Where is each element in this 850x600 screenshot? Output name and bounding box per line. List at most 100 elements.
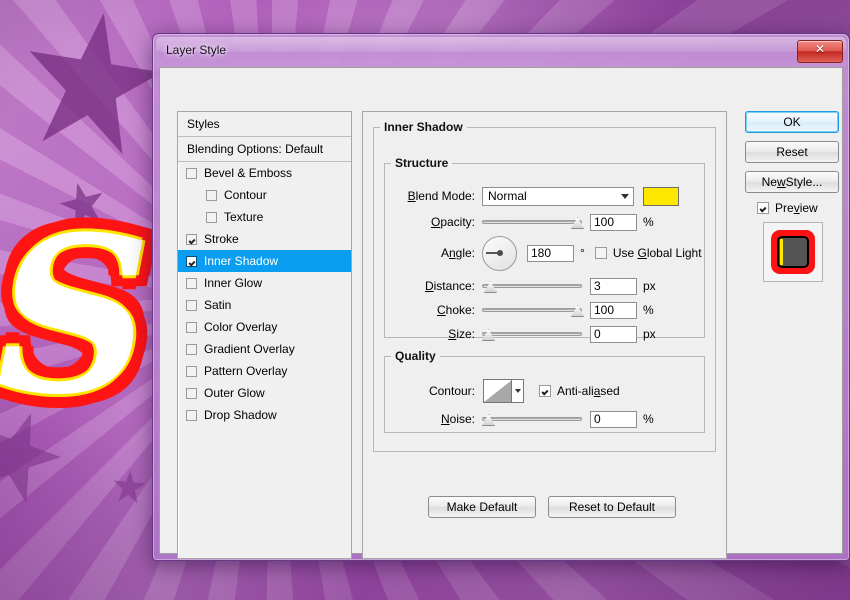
noise-label: Noise:: [440, 412, 475, 426]
style-enable-checkbox[interactable]: [186, 299, 197, 311]
dialog-client-area: Styles Blending Options: Default Bevel &…: [159, 67, 843, 559]
anti-aliased-label: Anti-aliased: [557, 384, 620, 398]
preview-toggle[interactable]: Preview: [757, 201, 841, 215]
size-input[interactable]: 0: [590, 325, 637, 343]
inner-shadow-group-title: Inner Shadow: [384, 120, 463, 134]
styles-list-item[interactable]: Contour: [178, 184, 351, 206]
styles-list-item[interactable]: Texture: [178, 206, 351, 228]
inner-shadow-settings-panel: Inner Shadow Structure Blend Mode: Norma…: [362, 111, 727, 559]
styles-list-item[interactable]: Inner Shadow: [178, 250, 351, 272]
noise-unit: %: [643, 412, 654, 426]
opacity-slider-track: [482, 220, 582, 224]
style-enable-checkbox[interactable]: [186, 365, 197, 377]
opacity-label: Opacity:: [430, 215, 475, 229]
contour-curve-preview: [484, 380, 512, 402]
opacity-input[interactable]: 100: [590, 213, 637, 231]
styles-list-item-label: Contour: [224, 188, 267, 202]
style-enable-checkbox[interactable]: [186, 343, 197, 355]
styles-list-item-label: Outer Glow: [204, 386, 265, 400]
choke-input[interactable]: 100: [590, 301, 637, 319]
choke-slider[interactable]: [482, 303, 584, 317]
shadow-color-swatch[interactable]: [643, 186, 679, 206]
preview-inner-shape: [777, 236, 809, 268]
angle-dial-knob: [497, 249, 503, 256]
preview-stroke-shape: [771, 230, 815, 274]
dialog-title-bar[interactable]: Layer Style: [156, 37, 846, 67]
choke-label: Choke:: [436, 303, 475, 317]
opacity-slider[interactable]: [482, 215, 584, 229]
styles-list-item[interactable]: Pattern Overlay: [178, 360, 351, 382]
preview-inner-shadow-edge: [780, 239, 783, 265]
structure-group-title: Structure: [395, 156, 449, 170]
styles-list-item-label: Pattern Overlay: [204, 364, 288, 378]
distance-unit: px: [643, 279, 656, 293]
style-enable-checkbox[interactable]: [186, 233, 197, 245]
angle-dial[interactable]: [482, 235, 517, 271]
choke-slider-track: [482, 308, 582, 312]
angle-label: Angle:: [440, 246, 475, 260]
structure-group: Structure Blend Mode: Normal Opacity: 10…: [384, 156, 705, 343]
anti-aliased-checkbox[interactable]: [539, 385, 551, 397]
style-enable-checkbox[interactable]: [206, 189, 217, 201]
style-enable-checkbox[interactable]: [186, 167, 197, 179]
styles-list-item[interactable]: Color Overlay: [178, 316, 351, 338]
style-enable-checkbox[interactable]: [186, 277, 197, 289]
distance-slider-track: [482, 284, 582, 288]
preview-label: Preview: [775, 201, 818, 215]
size-slider[interactable]: [482, 327, 582, 341]
use-global-light-label: Use Global Light: [612, 246, 702, 260]
preview-checkbox[interactable]: [757, 202, 769, 214]
size-unit: px: [643, 327, 656, 341]
style-preview-thumbnail: [763, 222, 823, 282]
style-enable-checkbox[interactable]: [186, 255, 197, 267]
contour-divider: [511, 380, 512, 402]
size-slider-track: [482, 332, 582, 336]
contour-preset-swatch[interactable]: [483, 379, 524, 403]
styles-list-item[interactable]: Drop Shadow: [178, 404, 351, 426]
comic-letter-artwork: S: [0, 189, 156, 442]
styles-list-item[interactable]: Inner Glow: [178, 272, 351, 294]
styles-list-item-label: Inner Shadow: [204, 254, 279, 268]
styles-list-item-label: Bevel & Emboss: [204, 166, 293, 180]
style-enable-checkbox[interactable]: [186, 409, 197, 421]
styles-list-item-label: Texture: [224, 210, 264, 224]
reset-to-default-button[interactable]: Reset to Default: [548, 496, 676, 518]
distance-label: Distance:: [424, 279, 475, 293]
inner-shadow-group: Inner Shadow Structure Blend Mode: Norma…: [373, 120, 716, 452]
noise-input[interactable]: 0: [590, 410, 637, 428]
chevron-down-icon: [621, 193, 629, 199]
blend-mode-value: Normal: [488, 188, 527, 203]
noise-slider-track: [482, 417, 582, 421]
styles-list-item-label: Gradient Overlay: [204, 342, 295, 356]
angle-input[interactable]: 180: [527, 244, 574, 262]
contour-label: Contour:: [428, 384, 475, 398]
reset-button[interactable]: Reset: [745, 141, 839, 163]
make-default-button[interactable]: Make Default: [428, 496, 536, 518]
chevron-down-icon: [515, 389, 521, 393]
blend-mode-select[interactable]: Normal: [482, 186, 634, 206]
dialog-action-column: OK Reset Ne w Style... Preview: [745, 111, 841, 282]
distance-slider[interactable]: [482, 279, 582, 293]
close-icon[interactable]: [797, 40, 843, 63]
styles-list-item[interactable]: Gradient Overlay: [178, 338, 351, 360]
quality-group: Quality Contour: Anti-aliased Noise: 0 %: [384, 349, 705, 433]
styles-list-item[interactable]: Satin: [178, 294, 351, 316]
style-enable-checkbox[interactable]: [206, 211, 217, 223]
ok-button[interactable]: OK: [745, 111, 839, 133]
styles-list-item[interactable]: Bevel & Emboss: [178, 162, 351, 184]
styles-list-item[interactable]: Outer Glow: [178, 382, 351, 404]
dialog-title: Layer Style: [166, 43, 227, 57]
style-enable-checkbox[interactable]: [186, 387, 197, 399]
noise-slider[interactable]: [482, 412, 582, 426]
styles-list-item[interactable]: Stroke: [178, 228, 351, 250]
use-global-light-checkbox[interactable]: [594, 247, 607, 259]
blending-options-row[interactable]: Blending Options: Default: [178, 137, 351, 162]
styles-list-item-label: Drop Shadow: [204, 408, 277, 422]
styles-list-item-label: Inner Glow: [204, 276, 263, 290]
style-enable-checkbox[interactable]: [186, 321, 197, 333]
distance-input[interactable]: 3: [590, 277, 637, 295]
new-style-button[interactable]: Ne w Style...: [745, 171, 839, 193]
styles-list-panel: Styles Blending Options: Default Bevel &…: [177, 111, 352, 559]
quality-group-title: Quality: [395, 349, 436, 363]
size-label: Size:: [448, 327, 475, 341]
